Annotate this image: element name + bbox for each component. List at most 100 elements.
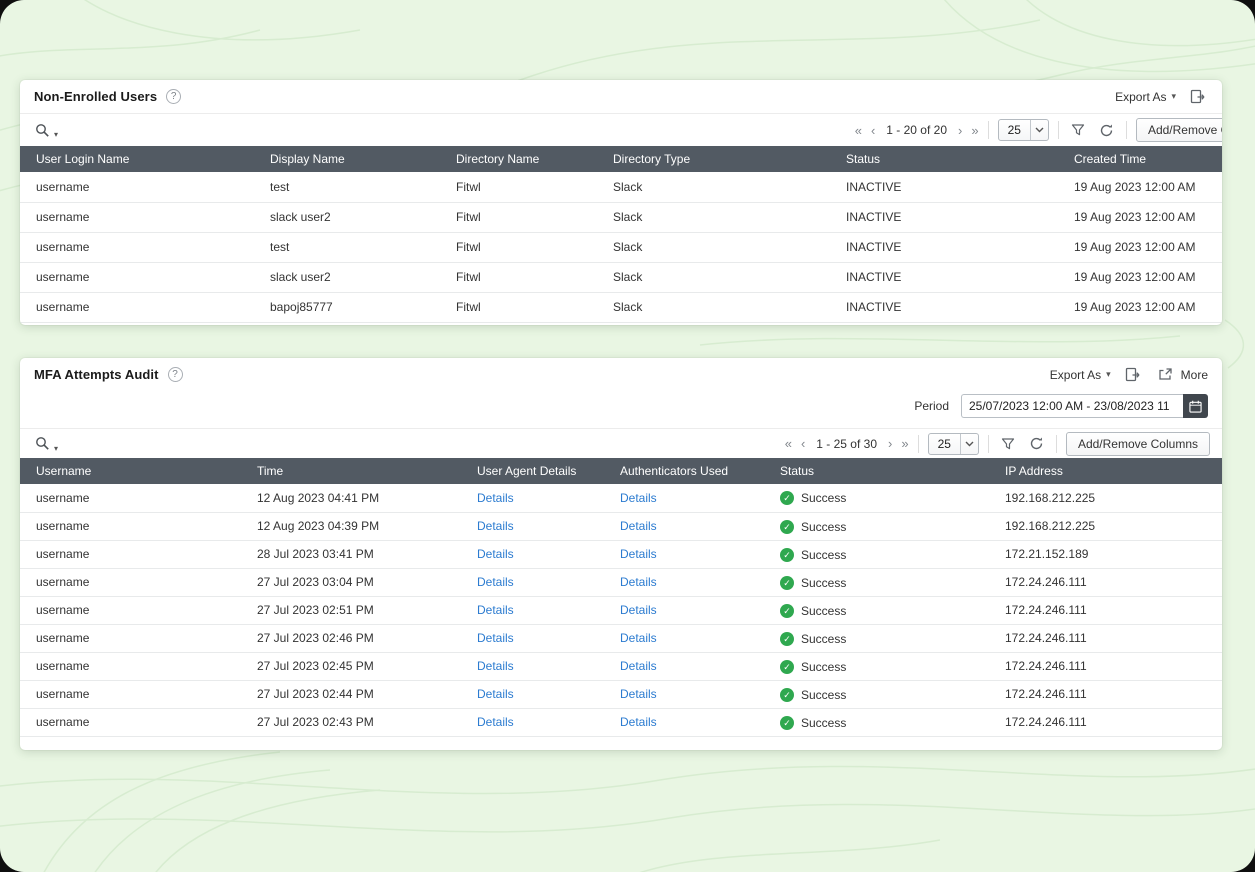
calendar-button[interactable]: [1183, 394, 1208, 418]
authenticators-details-link[interactable]: Details: [620, 575, 657, 589]
user-agent-details-link[interactable]: Details: [477, 603, 514, 617]
column-header[interactable]: Status: [830, 146, 1058, 172]
search-button[interactable]: ▾: [32, 434, 58, 454]
user-agent-details-link[interactable]: Details: [477, 547, 514, 561]
refresh-icon[interactable]: [1097, 120, 1117, 140]
column-header[interactable]: Directory Type: [597, 146, 830, 172]
mfa-attempts-table: Username Time User Agent Details Authent…: [20, 458, 1222, 737]
last-page-button[interactable]: »: [971, 124, 978, 137]
cell-directory-name: Fitwl: [440, 292, 597, 322]
column-header[interactable]: User Login Name: [20, 146, 254, 172]
cell-username: username: [20, 596, 241, 624]
status-text: Success: [801, 632, 846, 646]
first-page-button[interactable]: «: [785, 437, 792, 450]
help-icon[interactable]: ?: [168, 367, 183, 382]
column-header[interactable]: Created Time: [1058, 146, 1222, 172]
add-remove-columns-button[interactable]: Add/Remove Columns: [1066, 432, 1210, 456]
authenticators-details-link[interactable]: Details: [620, 687, 657, 701]
prev-page-button[interactable]: ‹: [871, 124, 875, 137]
authenticators-details-link[interactable]: Details: [620, 603, 657, 617]
authenticators-details-link[interactable]: Details: [620, 491, 657, 505]
cell-created-time: 19 Aug 2023 12:00 AM: [1058, 292, 1222, 322]
cell-created-time: 19 Aug 2023 12:00 AM: [1058, 232, 1222, 262]
cell-directory-type: Slack: [597, 172, 830, 202]
cell-directory-type: Slack: [597, 262, 830, 292]
cell-time: 28 Jul 2023 03:41 PM: [241, 540, 461, 568]
user-agent-details-link[interactable]: Details: [477, 715, 514, 729]
column-header[interactable]: Time: [241, 458, 461, 484]
cell-ip-address: 192.168.212.225: [989, 484, 1222, 512]
first-page-button[interactable]: «: [855, 124, 862, 137]
caret-down-icon: ▾: [54, 444, 58, 454]
add-remove-columns-button[interactable]: Add/Remove Columns: [1136, 118, 1222, 142]
status-text: Success: [801, 660, 846, 674]
filter-icon[interactable]: [998, 434, 1018, 454]
cell-created-time: 19 Aug 2023 12:00 AM: [1058, 202, 1222, 232]
table-row: username slack user2 Fitwl Slack INACTIV…: [20, 202, 1222, 232]
user-agent-details-link[interactable]: Details: [477, 575, 514, 589]
user-agent-details-link[interactable]: Details: [477, 519, 514, 533]
status-text: Success: [801, 688, 846, 702]
last-page-button[interactable]: »: [901, 437, 908, 450]
panel-header: Non-Enrolled Users ? Export As ▾: [20, 80, 1222, 113]
cell-status: INACTIVE: [830, 262, 1058, 292]
period-value: 25/07/2023 12:00 AM - 23/08/2023 11: [961, 394, 1183, 418]
export-as-dropdown[interactable]: Export As ▾: [1050, 368, 1111, 382]
cell-time: 27 Jul 2023 02:44 PM: [241, 680, 461, 708]
cell-status: ✓Success: [764, 624, 989, 652]
column-header[interactable]: Directory Name: [440, 146, 597, 172]
cell-username: username: [20, 708, 241, 736]
prev-page-button[interactable]: ‹: [801, 437, 805, 450]
user-agent-details-link[interactable]: Details: [477, 631, 514, 645]
cell-display-name: bapoj85777: [254, 292, 440, 322]
export-icon[interactable]: [1123, 365, 1143, 385]
cell-ip-address: 172.24.246.111: [989, 568, 1222, 596]
export-icon[interactable]: [1188, 87, 1208, 107]
help-icon[interactable]: ?: [166, 89, 181, 104]
column-header[interactable]: Authenticators Used: [604, 458, 764, 484]
cell-username: username: [20, 680, 241, 708]
table-row: username 27 Jul 2023 02:51 PM Details De…: [20, 596, 1222, 624]
table-row: username 12 Aug 2023 04:41 PM Details De…: [20, 484, 1222, 512]
cell-status: ✓Success: [764, 568, 989, 596]
table-toolbar: ▾ « ‹ 1 - 25 of 30 › » 25: [20, 428, 1222, 458]
cell-authenticators: Details: [604, 624, 764, 652]
search-button[interactable]: ▾: [32, 120, 58, 140]
authenticators-details-link[interactable]: Details: [620, 659, 657, 673]
next-page-button[interactable]: ›: [888, 437, 892, 450]
page-size-select[interactable]: 25: [928, 433, 979, 455]
export-as-dropdown[interactable]: Export As ▾: [1115, 90, 1176, 104]
user-agent-details-link[interactable]: Details: [477, 491, 514, 505]
refresh-icon[interactable]: [1027, 434, 1047, 454]
cell-status: INACTIVE: [830, 172, 1058, 202]
more-button[interactable]: More: [1155, 365, 1208, 385]
filter-icon[interactable]: [1068, 120, 1088, 140]
user-agent-details-link[interactable]: Details: [477, 659, 514, 673]
column-header[interactable]: IP Address: [989, 458, 1222, 484]
column-header[interactable]: Display Name: [254, 146, 440, 172]
authenticators-details-link[interactable]: Details: [620, 519, 657, 533]
chevron-down-icon: [960, 434, 978, 454]
cell-username: username: [20, 540, 241, 568]
table-row: username 27 Jul 2023 03:04 PM Details De…: [20, 568, 1222, 596]
toolbar-controls: « ‹ 1 - 25 of 30 › » 25: [785, 432, 1210, 456]
page-size-select[interactable]: 25: [998, 119, 1049, 141]
cell-directory-name: Fitwl: [440, 262, 597, 292]
column-header[interactable]: User Agent Details: [461, 458, 604, 484]
cell-user-login: username: [20, 292, 254, 322]
authenticators-details-link[interactable]: Details: [620, 715, 657, 729]
column-header[interactable]: Username: [20, 458, 241, 484]
page-title: MFA Attempts Audit: [34, 367, 159, 382]
cell-ip-address: 172.24.246.111: [989, 624, 1222, 652]
status-text: Success: [801, 716, 846, 730]
authenticators-details-link[interactable]: Details: [620, 547, 657, 561]
cell-user-agent: Details: [461, 652, 604, 680]
period-range-input[interactable]: 25/07/2023 12:00 AM - 23/08/2023 11: [961, 394, 1208, 418]
column-header[interactable]: Status: [764, 458, 989, 484]
cell-directory-type: Slack: [597, 232, 830, 262]
cell-user-agent: Details: [461, 512, 604, 540]
cell-authenticators: Details: [604, 680, 764, 708]
user-agent-details-link[interactable]: Details: [477, 687, 514, 701]
next-page-button[interactable]: ›: [958, 124, 962, 137]
authenticators-details-link[interactable]: Details: [620, 631, 657, 645]
